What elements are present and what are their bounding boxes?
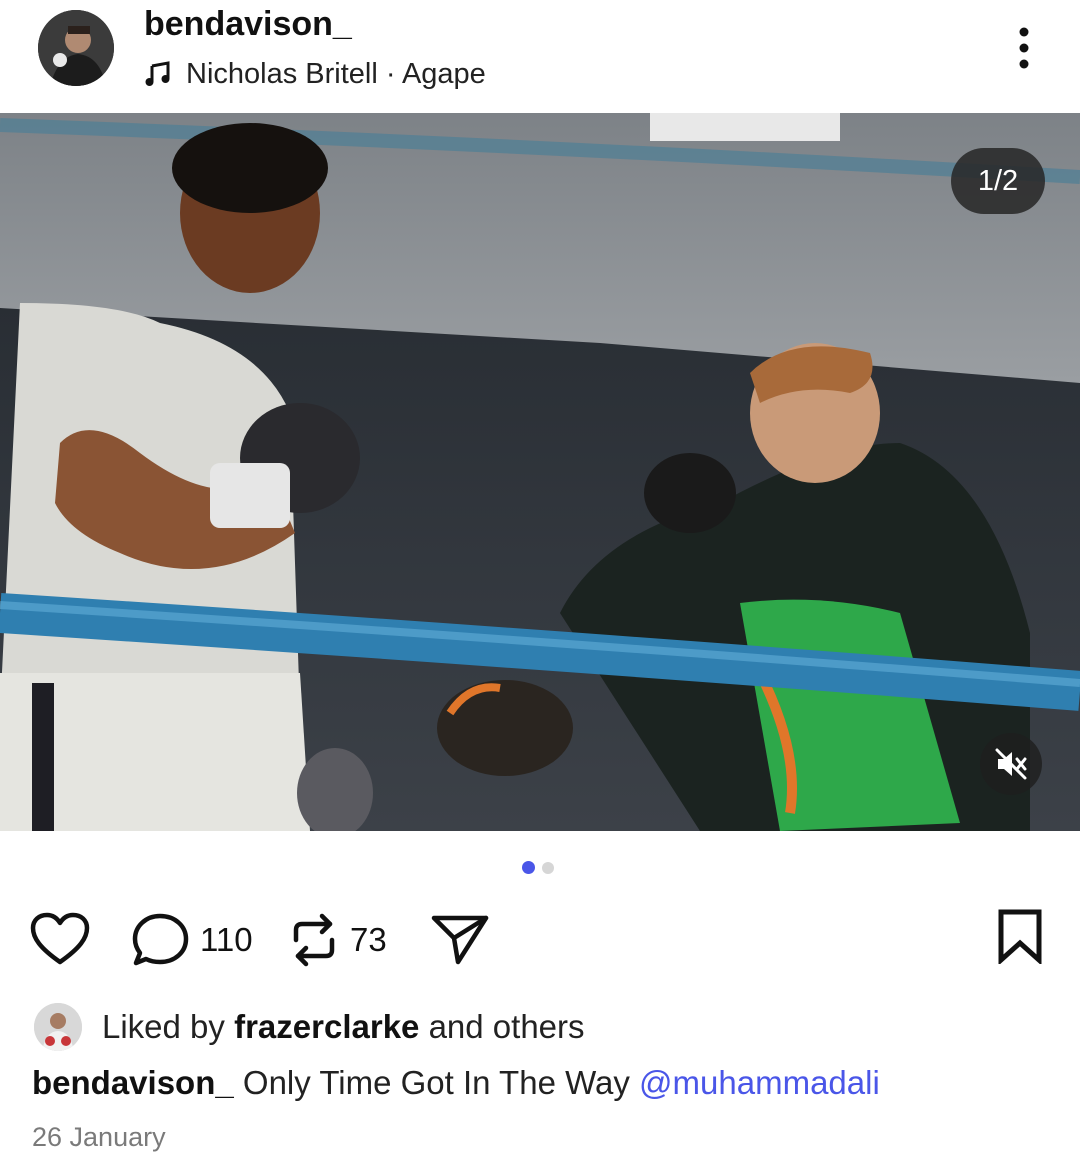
heart-icon [30,912,90,965]
likes-suffix[interactable]: and others [429,1008,585,1045]
comment-bubble-icon [132,913,189,966]
music-track: Nicholas Britell · Agape [186,57,486,90]
carousel-dot [542,861,554,874]
caption-text: Only Time Got In The Way [242,1064,630,1101]
action-bar: 110 73 [0,900,1080,980]
likes-row[interactable]: Liked by frazerclarke and others [34,1000,585,1054]
send-icon [431,915,489,965]
reposts-count: 73 [350,921,387,958]
more-options-button[interactable] [1004,24,1044,74]
username[interactable]: bendavison_ [144,5,352,44]
caption-username[interactable]: bendavison_ [32,1064,234,1101]
post-header: bendavison_ Nicholas Britell · Agape [0,0,1080,112]
carousel-dot-active [522,861,535,874]
bookmark-icon [998,909,1042,964]
repost-icon [293,913,335,967]
carousel-indicator [522,861,554,874]
repost-button[interactable]: 73 [288,910,387,970]
liker-avatar[interactable] [34,1003,82,1051]
caption: bendavison_ Only Time Got In The Way @mu… [32,1064,880,1102]
share-button[interactable] [430,912,490,966]
like-button[interactable] [30,912,90,966]
liker-username[interactable]: frazerclarke [234,1008,419,1045]
comments-count: 110 [200,921,253,958]
post-date: 26 January [32,1122,166,1152]
mute-button[interactable] [980,733,1042,795]
more-vertical-icon [1019,27,1029,69]
music-row[interactable]: Nicholas Britell · Agape [144,56,486,92]
media-counter: 1/2 [951,148,1045,214]
comment-button[interactable]: 110 [132,912,253,968]
post-photo [0,113,1080,831]
likes-prefix: Liked by [102,1008,225,1045]
speaker-muted-icon [995,748,1027,780]
likes-text: Liked by frazerclarke and others [102,1008,585,1046]
music-note-icon [145,61,170,86]
caption-mention[interactable]: @muhammadali [639,1064,880,1101]
post-media[interactable] [0,113,1080,831]
user-avatar[interactable] [38,10,114,86]
save-button[interactable] [996,908,1044,964]
